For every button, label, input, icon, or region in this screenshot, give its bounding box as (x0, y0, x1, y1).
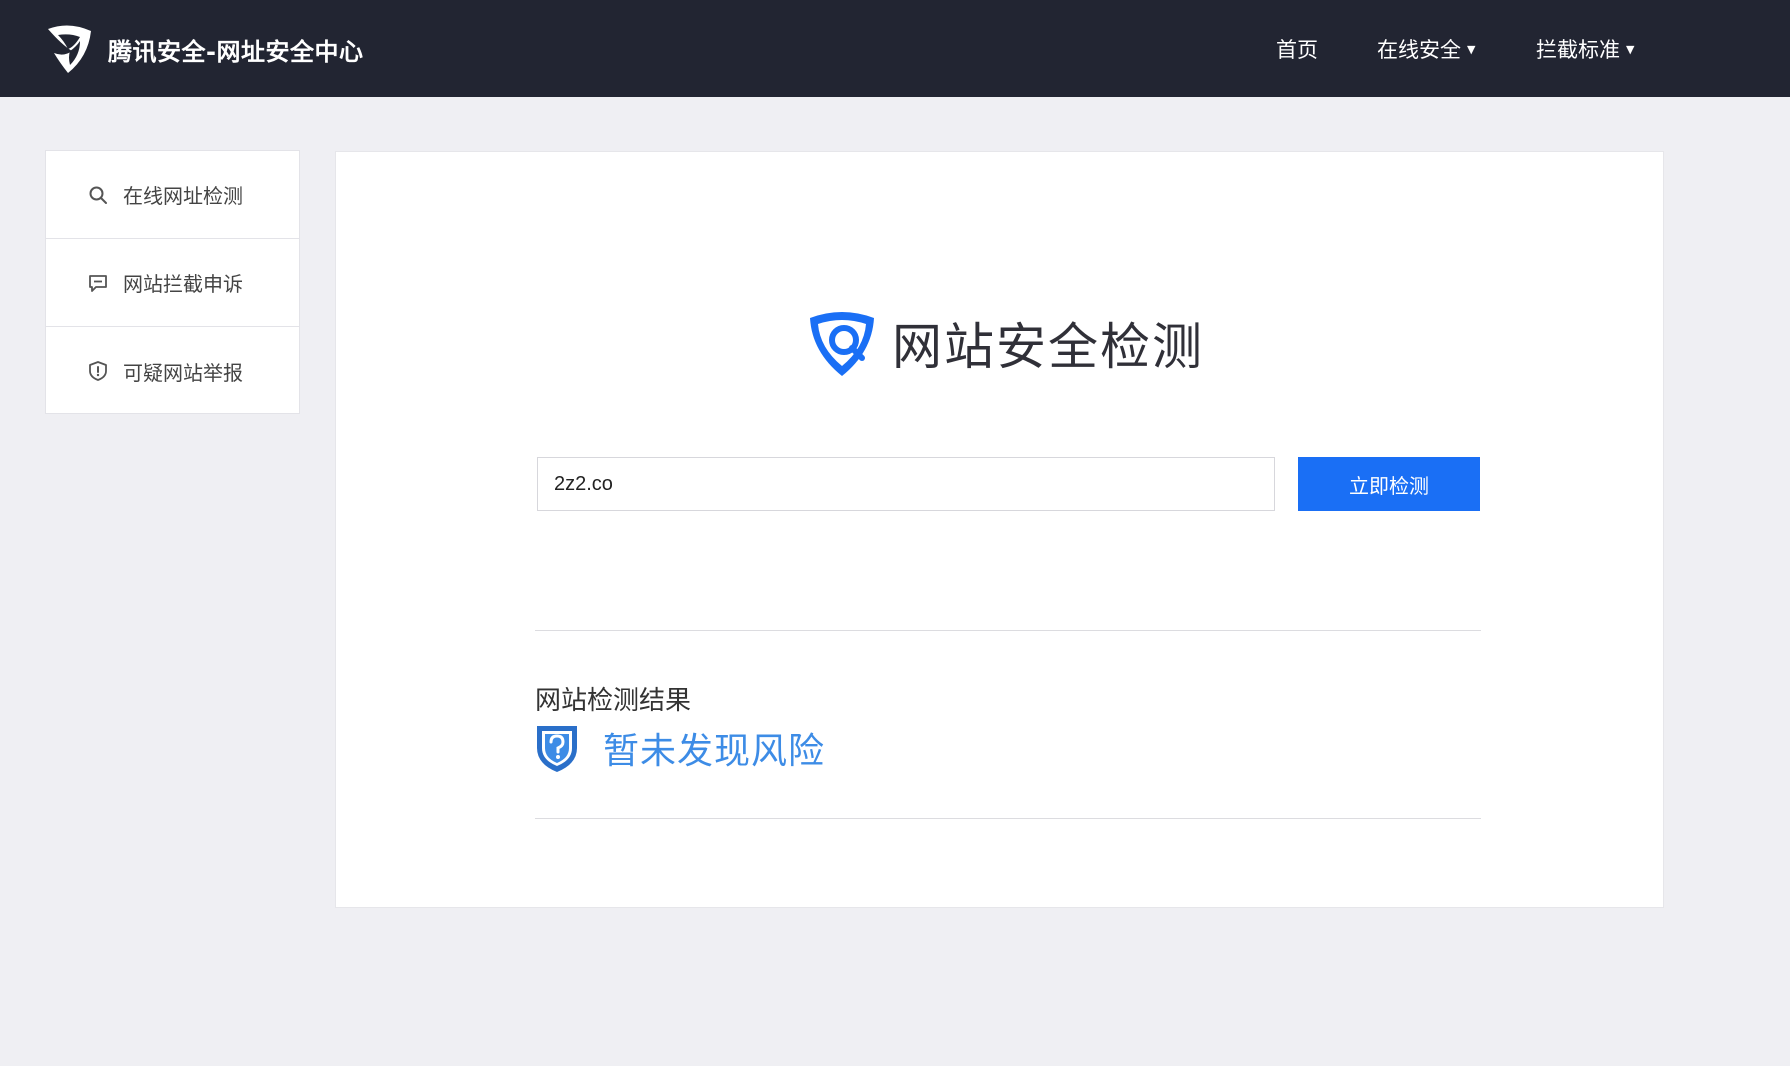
result-status-text: 暂未发现风险 (603, 731, 826, 772)
brand[interactable]: 腾讯安全-网址安全中心 (44, 22, 363, 76)
nav-block-standards-label: 拦截标准 (1536, 38, 1620, 62)
nav-home[interactable]: 首页 (1276, 34, 1318, 64)
nav-home-label: 首页 (1276, 38, 1318, 62)
nav-online-security[interactable]: 在线安全 ▼ (1377, 34, 1475, 64)
result-heading: 网站检测结果 (535, 686, 692, 716)
chevron-down-icon: ▼ (1467, 42, 1476, 56)
result-status: 暂未发现风险 (535, 722, 825, 774)
divider (535, 818, 1481, 819)
sidebar: 在线网址检测 网站拦截申诉 可疑网站举报 (45, 150, 300, 414)
url-input[interactable] (537, 457, 1275, 511)
main-card: 网站安全检测 立即检测 网站检测结果 暂未发现风险 (335, 151, 1664, 908)
nav-block-standards[interactable]: 拦截标准 ▼ (1536, 34, 1634, 64)
shield-question-icon (537, 726, 577, 772)
tencent-security-logo-icon (48, 25, 91, 74)
top-navbar: 腾讯安全-网址安全中心 首页 在线安全 ▼ 拦截标准 ▼ (0, 0, 1790, 97)
check-now-button[interactable]: 立即检测 (1298, 457, 1480, 511)
shield-search-icon (810, 312, 874, 376)
message-icon (89, 274, 107, 292)
hero: 网站安全检测 (806, 307, 1204, 379)
page-title: 网站安全检测 (892, 318, 1204, 376)
sidebar-item-report[interactable]: 可疑网站举报 (46, 327, 299, 415)
shield-alert-icon (89, 361, 107, 381)
nav-online-security-label: 在线安全 (1377, 38, 1461, 62)
chevron-down-icon: ▼ (1626, 42, 1635, 56)
divider (535, 630, 1481, 631)
sidebar-item-appeal[interactable]: 网站拦截申诉 (46, 239, 299, 327)
brand-title: 腾讯安全-网址安全中心 (108, 37, 364, 66)
sidebar-item-label: 在线网址检测 (123, 184, 243, 208)
sidebar-item-label: 网站拦截申诉 (123, 272, 243, 296)
search-icon (89, 186, 107, 204)
sidebar-item-label: 可疑网站举报 (123, 360, 243, 385)
sidebar-item-url-check[interactable]: 在线网址检测 (46, 151, 299, 239)
